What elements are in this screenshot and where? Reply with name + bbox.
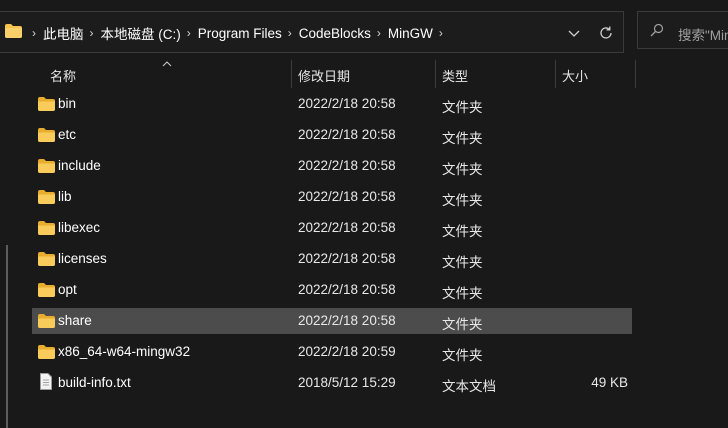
folder-icon xyxy=(38,97,55,111)
file-date: 2022/2/18 20:58 xyxy=(298,158,396,173)
file-date: 2022/2/18 20:58 xyxy=(298,220,396,235)
file-row[interactable]: bin 2022/2/18 20:58 文件夹 xyxy=(32,91,632,117)
file-row[interactable]: licenses 2022/2/18 20:58 文件夹 xyxy=(32,246,632,272)
chevron-down-icon[interactable] xyxy=(566,25,582,41)
file-date: 2022/2/18 20:58 xyxy=(298,251,396,266)
scrollbar[interactable] xyxy=(6,245,8,428)
chevron-right-icon[interactable]: › xyxy=(371,26,388,40)
file-type: 文件夹 xyxy=(442,131,483,146)
column-divider[interactable] xyxy=(291,60,292,88)
file-type: 文件夹 xyxy=(442,162,483,177)
breadcrumb-item[interactable]: MinGW xyxy=(388,26,433,41)
file-name: include xyxy=(58,158,101,173)
chevron-right-icon[interactable]: › xyxy=(84,26,101,40)
folder-icon xyxy=(38,283,55,297)
file-type: 文件夹 xyxy=(442,100,483,115)
file-size: 49 KB xyxy=(591,375,628,390)
file-type: 文件夹 xyxy=(442,348,483,363)
address-bar[interactable]: › 此电脑 › 本地磁盘 (C:) › Program Files › CodeBlocks ›… xyxy=(0,11,624,53)
file-name: share xyxy=(58,313,92,328)
column-name[interactable]: 名称 xyxy=(50,66,76,85)
search-placeholder: 搜索"Min xyxy=(678,28,728,43)
chevron-right-icon[interactable]: › xyxy=(433,26,450,40)
breadcrumb: › 此电脑 › 本地磁盘 (C:) › Program Files › CodeBlocks ›… xyxy=(26,12,450,54)
file-row[interactable]: etc 2022/2/18 20:58 文件夹 xyxy=(32,122,632,148)
search-input[interactable]: 搜索"Min xyxy=(637,11,728,49)
sort-ascending-icon xyxy=(162,61,172,67)
file-row[interactable]: x86_64-w64-mingw32 2022/2/18 20:59 文件夹 xyxy=(32,339,632,365)
file-row[interactable]: build-info.txt 2018/5/12 15:29 文本文档 49 KB xyxy=(32,370,632,396)
folder-icon xyxy=(38,345,55,359)
file-row[interactable]: opt 2022/2/18 20:58 文件夹 xyxy=(32,277,632,303)
file-type: 文件夹 xyxy=(442,317,483,332)
chevron-right-icon[interactable]: › xyxy=(26,26,43,40)
folder-icon xyxy=(38,252,55,266)
column-type[interactable]: 类型 xyxy=(442,66,468,85)
file-name: build-info.txt xyxy=(58,375,131,390)
file-name: x86_64-w64-mingw32 xyxy=(58,344,191,359)
file-name: opt xyxy=(58,282,77,297)
breadcrumb-item[interactable]: 本地磁盘 (C:) xyxy=(101,23,181,43)
text-file-icon xyxy=(40,373,52,390)
column-date[interactable]: 修改日期 xyxy=(298,66,350,85)
folder-icon xyxy=(5,24,22,38)
column-header-row: 名称 修改日期 类型 大小 xyxy=(0,60,728,88)
folder-icon xyxy=(38,314,55,328)
file-type: 文件夹 xyxy=(442,193,483,208)
breadcrumb-item[interactable]: CodeBlocks xyxy=(299,26,371,41)
file-name: lib xyxy=(58,189,72,204)
file-date: 2022/2/18 20:59 xyxy=(298,344,396,359)
file-row[interactable]: lib 2022/2/18 20:58 文件夹 xyxy=(32,184,632,210)
refresh-icon[interactable] xyxy=(597,24,615,42)
file-date: 2022/2/18 20:58 xyxy=(298,282,396,297)
breadcrumb-item[interactable]: Program Files xyxy=(198,26,282,41)
file-name: libexec xyxy=(58,220,101,235)
column-size[interactable]: 大小 xyxy=(562,66,588,85)
file-name: licenses xyxy=(58,251,107,266)
folder-icon xyxy=(38,159,55,173)
file-date: 2022/2/18 20:58 xyxy=(298,96,396,111)
folder-icon xyxy=(38,221,55,235)
file-row[interactable]: share 2022/2/18 20:58 文件夹 xyxy=(32,308,632,334)
file-date: 2022/2/18 20:58 xyxy=(298,189,396,204)
file-type: 文本文档 xyxy=(442,379,496,394)
column-divider[interactable] xyxy=(555,60,556,88)
chevron-right-icon[interactable]: › xyxy=(282,26,299,40)
file-type: 文件夹 xyxy=(442,286,483,301)
file-type: 文件夹 xyxy=(442,224,483,239)
file-date: 2018/5/12 15:29 xyxy=(298,375,396,390)
file-date: 2022/2/18 20:58 xyxy=(298,127,396,142)
chevron-right-icon[interactable]: › xyxy=(181,26,198,40)
folder-icon xyxy=(38,190,55,204)
file-date: 2022/2/18 20:58 xyxy=(298,313,396,328)
folder-icon xyxy=(38,128,55,142)
breadcrumb-item[interactable]: 此电脑 xyxy=(43,23,84,43)
file-name: etc xyxy=(58,127,77,142)
search-icon xyxy=(650,23,664,37)
file-name: bin xyxy=(58,96,77,111)
file-row[interactable]: libexec 2022/2/18 20:58 文件夹 xyxy=(32,215,632,241)
file-type: 文件夹 xyxy=(442,255,483,270)
file-row[interactable]: include 2022/2/18 20:58 文件夹 xyxy=(32,153,632,179)
column-divider[interactable] xyxy=(435,60,436,88)
column-divider[interactable] xyxy=(635,60,636,88)
